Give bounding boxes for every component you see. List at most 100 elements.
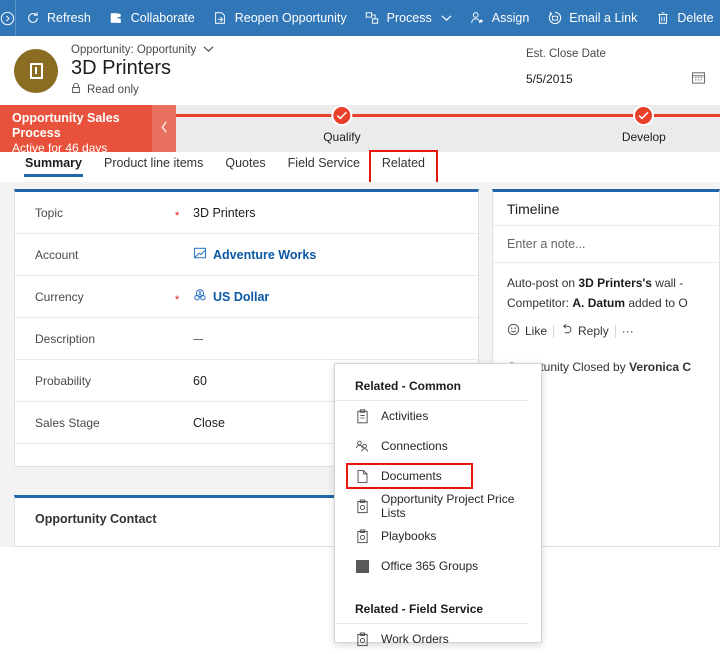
playbook-icon [355, 528, 369, 544]
field-sales-stage-label: Sales Stage [35, 415, 100, 430]
assign-person-icon [470, 11, 485, 26]
post-1-prefix: Auto-post on [507, 276, 579, 290]
pricelist-icon [355, 498, 369, 514]
field-currency-label: Currency [35, 289, 84, 304]
post-1-bold: 3D Printers's [578, 276, 652, 290]
calendar-icon[interactable] [691, 70, 706, 88]
process-name-block[interactable]: Opportunity Sales Process Active for 46 … [0, 105, 152, 155]
reply-button[interactable]: Reply [560, 323, 609, 339]
post-3-bold: Veronica C [629, 360, 692, 374]
chevron-down-icon[interactable] [203, 44, 214, 56]
account-icon [193, 246, 207, 263]
tab-summary[interactable]: Summary [14, 152, 93, 182]
entity-breadcrumb[interactable]: Opportunity: Opportunity [71, 44, 214, 56]
reopen-opportunity-label: Reopen Opportunity [234, 11, 347, 25]
process-label: Process [386, 11, 432, 25]
expand-command-bar-button[interactable] [0, 0, 16, 36]
document-icon [355, 468, 369, 484]
currency-icon [193, 288, 207, 305]
field-sales-stage-value[interactable]: Close [193, 416, 225, 430]
trash-icon [655, 11, 670, 26]
flyout-item-opportunity-project-price-lists[interactable]: Opportunity Project Price Lists [335, 491, 541, 521]
process-stage-qualify[interactable]: Qualify [323, 105, 361, 144]
status-label: Read only [87, 83, 139, 96]
flyout-item-work-orders[interactable]: Work Orders [335, 624, 541, 654]
collaborate-label: Collaborate [130, 11, 195, 25]
flyout-item-documents[interactable]: Documents [335, 461, 541, 491]
field-probability-value[interactable]: 60 [193, 374, 207, 388]
email-a-link-button[interactable]: Email a Link [538, 0, 646, 36]
reopen-icon [213, 11, 228, 26]
like-button[interactable]: Like [507, 323, 547, 339]
field-topic-value[interactable]: 3D Printers [193, 206, 256, 220]
process-stage-track: Qualify Develop [176, 105, 720, 152]
chevron-down-icon [441, 11, 452, 25]
flyout-group-field-service: Related - Field Service [335, 587, 527, 624]
stage-complete-check-icon [331, 105, 353, 126]
divider [553, 324, 555, 338]
lock-icon [71, 82, 81, 97]
flyout-item-office-365-groups-label: Office 365 Groups [381, 559, 479, 573]
business-process-flow: Opportunity Sales Process Active for 46 … [0, 105, 720, 155]
timeline-post-1: Auto-post on 3D Printers's wall - Compet… [493, 263, 719, 315]
related-flyout-menu: Related - Common Activities Connections … [334, 363, 542, 646]
flyout-item-playbooks-label: Playbooks [381, 529, 437, 543]
flyout-item-opportunity-project-price-lists-label: Opportunity Project Price Lists [381, 492, 515, 520]
connections-icon [355, 438, 369, 454]
record-header: Opportunity: Opportunity 3D Printers Rea… [0, 36, 720, 105]
collaborate-button[interactable]: Collaborate [100, 0, 204, 36]
assign-button[interactable]: Assign [461, 0, 539, 36]
tab-field-service-label: Field Service [287, 156, 360, 170]
refresh-icon [25, 11, 40, 26]
field-account-value[interactable]: Adventure Works [193, 246, 316, 263]
field-account-text: Adventure Works [213, 247, 317, 262]
flyout-item-playbooks[interactable]: Playbooks [335, 521, 541, 551]
field-currency-text: US Dollar [213, 289, 270, 304]
form-tabs: Summary Product line items Quotes Field … [0, 150, 720, 184]
est-close-date-label: Est. Close Date [526, 48, 606, 60]
delete-button[interactable]: Delete [646, 0, 720, 36]
like-label: Like [525, 324, 548, 338]
field-probability-label: Probability [35, 373, 92, 388]
field-description: Description --- [15, 318, 478, 360]
process-button[interactable]: Process [356, 0, 461, 36]
delete-label: Delete [677, 11, 714, 25]
smiley-icon [507, 323, 520, 339]
tab-quotes-label: Quotes [225, 156, 266, 170]
office365-groups-icon [355, 558, 369, 574]
required-marker [175, 336, 193, 342]
post-1-suffix: wall - [651, 276, 684, 290]
tab-related-label: Related [381, 156, 425, 170]
field-currency-value[interactable]: US Dollar [193, 288, 269, 305]
process-stage-develop[interactable]: Develop [622, 105, 666, 144]
entity-label: Opportunity: Opportunity [71, 44, 197, 56]
tab-related[interactable]: Related [368, 150, 439, 184]
field-description-value[interactable]: --- [193, 332, 203, 346]
chevron-left-icon [160, 120, 169, 137]
field-currency: Currency * US Dollar [15, 276, 478, 318]
field-account-label: Account [35, 247, 79, 262]
stage-label-qualify: Qualify [323, 130, 361, 144]
timeline-note-placeholder: Enter a note... [507, 237, 586, 251]
tab-field-service[interactable]: Field Service [277, 152, 371, 182]
tab-quotes[interactable]: Quotes [214, 152, 276, 182]
flyout-item-connections[interactable]: Connections [335, 431, 541, 461]
refresh-button[interactable]: Refresh [16, 0, 100, 36]
reply-arrow-icon [560, 323, 573, 339]
collapse-process-button[interactable] [152, 105, 176, 152]
command-bar: Refresh Collaborate Reopen Opportunity P… [0, 0, 720, 36]
tab-summary-label: Summary [25, 156, 82, 170]
more-options-button[interactable]: ··· [622, 324, 634, 338]
process-title: Opportunity Sales Process [12, 111, 120, 140]
email-link-icon [547, 11, 562, 26]
reopen-opportunity-button[interactable]: Reopen Opportunity [204, 0, 356, 36]
flyout-item-documents-label: Documents [381, 469, 442, 483]
timeline-post-actions: Like Reply ··· [493, 315, 719, 349]
field-topic-label: Topic [35, 205, 64, 220]
est-close-date-value[interactable]: 5/5/2015 [526, 72, 573, 86]
field-description-label: Description [35, 331, 96, 346]
timeline-note-input[interactable]: Enter a note... [493, 226, 719, 263]
flyout-item-activities[interactable]: Activities [335, 401, 541, 431]
tab-product-line-items[interactable]: Product line items [93, 152, 214, 182]
flyout-item-office-365-groups[interactable]: Office 365 Groups [335, 551, 541, 581]
